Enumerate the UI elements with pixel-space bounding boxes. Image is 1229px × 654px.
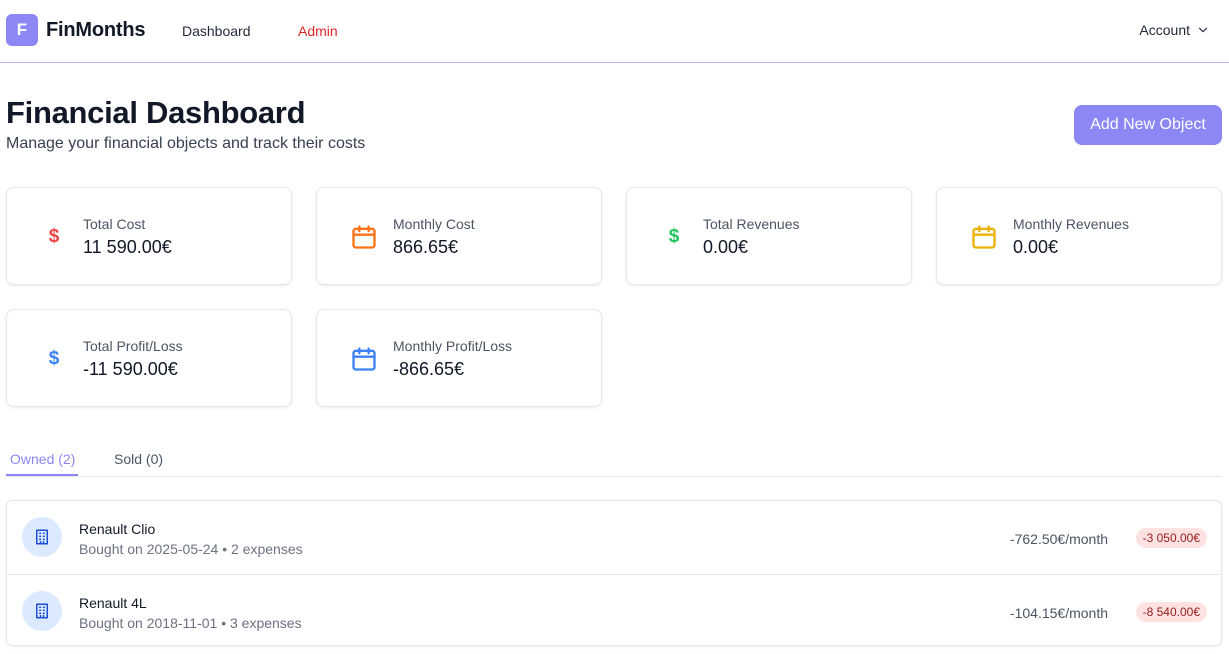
dollar-icon: $: [48, 226, 60, 247]
add-new-object-button[interactable]: Add New Object: [1074, 105, 1222, 145]
stat-card-monthly-profit-loss: Monthly Profit/Loss -866.65€: [316, 309, 602, 407]
brand-name[interactable]: FinMonths: [46, 19, 145, 42]
nav-link-dashboard[interactable]: Dashboard: [182, 23, 251, 39]
chevron-down-icon: [1198, 27, 1208, 33]
stat-value: -11 590.00€: [83, 359, 178, 379]
stat-value: 866.65€: [393, 237, 459, 257]
stat-label: Monthly Revenues: [1013, 216, 1129, 232]
object-total-badge: -8 540.00€: [1135, 602, 1207, 622]
object-name: Renault Clio: [79, 521, 156, 537]
list-item[interactable]: Renault Clio Bought on 2025-05-24 • 2 ex…: [7, 501, 1221, 574]
calendar-icon: [349, 222, 379, 252]
nav-link-admin[interactable]: Admin: [298, 23, 338, 39]
stat-value: 0.00€: [1013, 237, 1059, 257]
stat-card-monthly-cost: Monthly Cost 866.65€: [316, 187, 602, 285]
stat-label: Monthly Profit/Loss: [393, 338, 513, 354]
stat-value: 0.00€: [703, 237, 749, 257]
object-list: Renault Clio Bought on 2025-05-24 • 2 ex…: [6, 500, 1222, 646]
object-monthly-cost: -104.15€/month: [1009, 605, 1108, 621]
building-icon: [22, 591, 62, 631]
calendar-icon: [349, 344, 379, 374]
stat-label: Total Cost: [83, 216, 146, 232]
account-label: Account: [1139, 22, 1190, 38]
active-tab-indicator: [6, 474, 78, 476]
stat-value: -866.65€: [393, 359, 465, 379]
logo-icon[interactable]: F: [6, 14, 38, 46]
tab-sold[interactable]: Sold (0): [114, 451, 163, 467]
object-name: Renault 4L: [79, 595, 147, 611]
stat-value: 11 590.00€: [83, 237, 172, 257]
object-meta: Bought on 2025-05-24 • 2 expenses: [79, 541, 303, 557]
top-navbar: F FinMonths Dashboard Admin Account: [0, 0, 1229, 63]
object-total-badge: -3 050.00€: [1135, 528, 1207, 548]
stat-card-total-revenues: $ Total Revenues 0.00€: [626, 187, 912, 285]
stat-card-monthly-revenues: Monthly Revenues 0.00€: [936, 187, 1222, 285]
account-menu[interactable]: Account: [1139, 22, 1210, 38]
page-subtitle: Manage your financial objects and track …: [6, 135, 366, 152]
stat-card-total-profit-loss: $ Total Profit/Loss -11 590.00€: [6, 309, 292, 407]
page-title: Financial Dashboard: [6, 95, 306, 130]
stat-card-total-cost: $ Total Cost 11 590.00€: [6, 187, 292, 285]
dollar-icon: $: [48, 348, 60, 369]
list-item[interactable]: Renault 4L Bought on 2018-11-01 • 3 expe…: [7, 574, 1221, 645]
stat-label: Total Profit/Loss: [83, 338, 183, 354]
stat-label: Total Revenues: [703, 216, 800, 232]
dollar-icon: $: [668, 226, 680, 247]
calendar-icon: [969, 222, 999, 252]
object-tabs: Owned (2) Sold (0): [6, 440, 1222, 477]
object-monthly-cost: -762.50€/month: [1009, 531, 1108, 547]
object-meta: Bought on 2018-11-01 • 3 expenses: [79, 615, 302, 631]
stat-label: Monthly Cost: [393, 216, 475, 232]
tab-owned[interactable]: Owned (2): [10, 451, 75, 467]
building-icon: [22, 517, 62, 557]
